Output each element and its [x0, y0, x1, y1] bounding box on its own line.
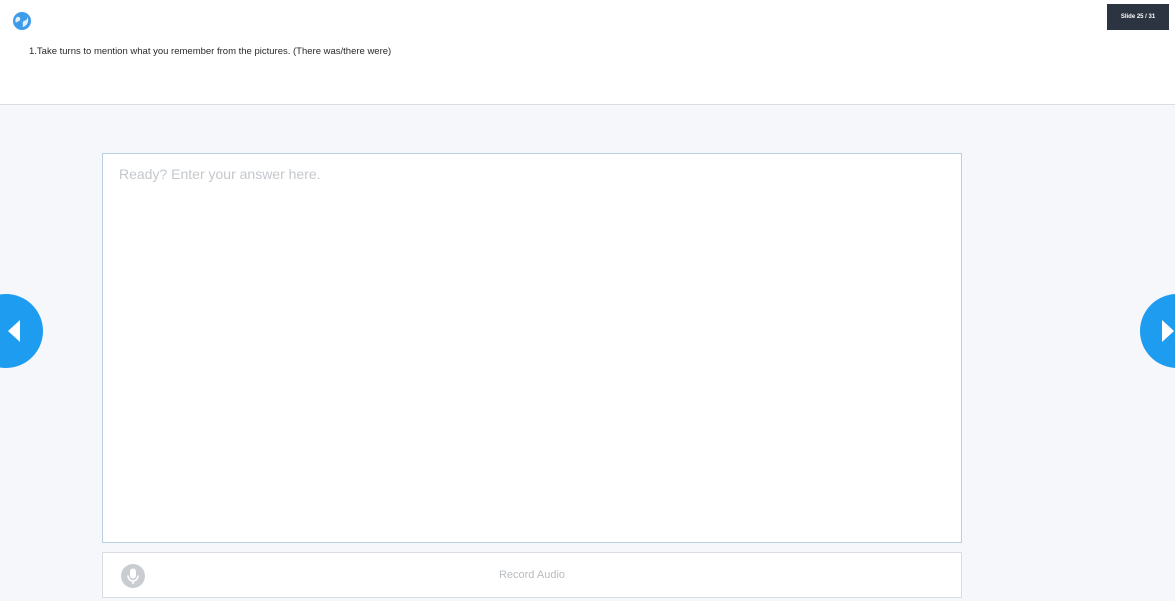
chevron-left-icon [8, 320, 20, 342]
slide-counter-badge: Slide 25 / 31 [1107, 4, 1169, 30]
slide-header: 1.Take turns to mention what you remembe… [0, 0, 1175, 105]
globe-icon [13, 12, 31, 30]
answer-box [102, 153, 962, 543]
record-audio-label: Record Audio [498, 569, 566, 581]
record-audio-button[interactable]: Record Audio [102, 552, 962, 598]
chevron-right-icon [1162, 320, 1174, 342]
answer-input[interactable] [103, 154, 961, 542]
slide-page: 1.Take turns to mention what you remembe… [0, 0, 1175, 601]
instruction-text: 1.Take turns to mention what you remembe… [29, 46, 392, 57]
